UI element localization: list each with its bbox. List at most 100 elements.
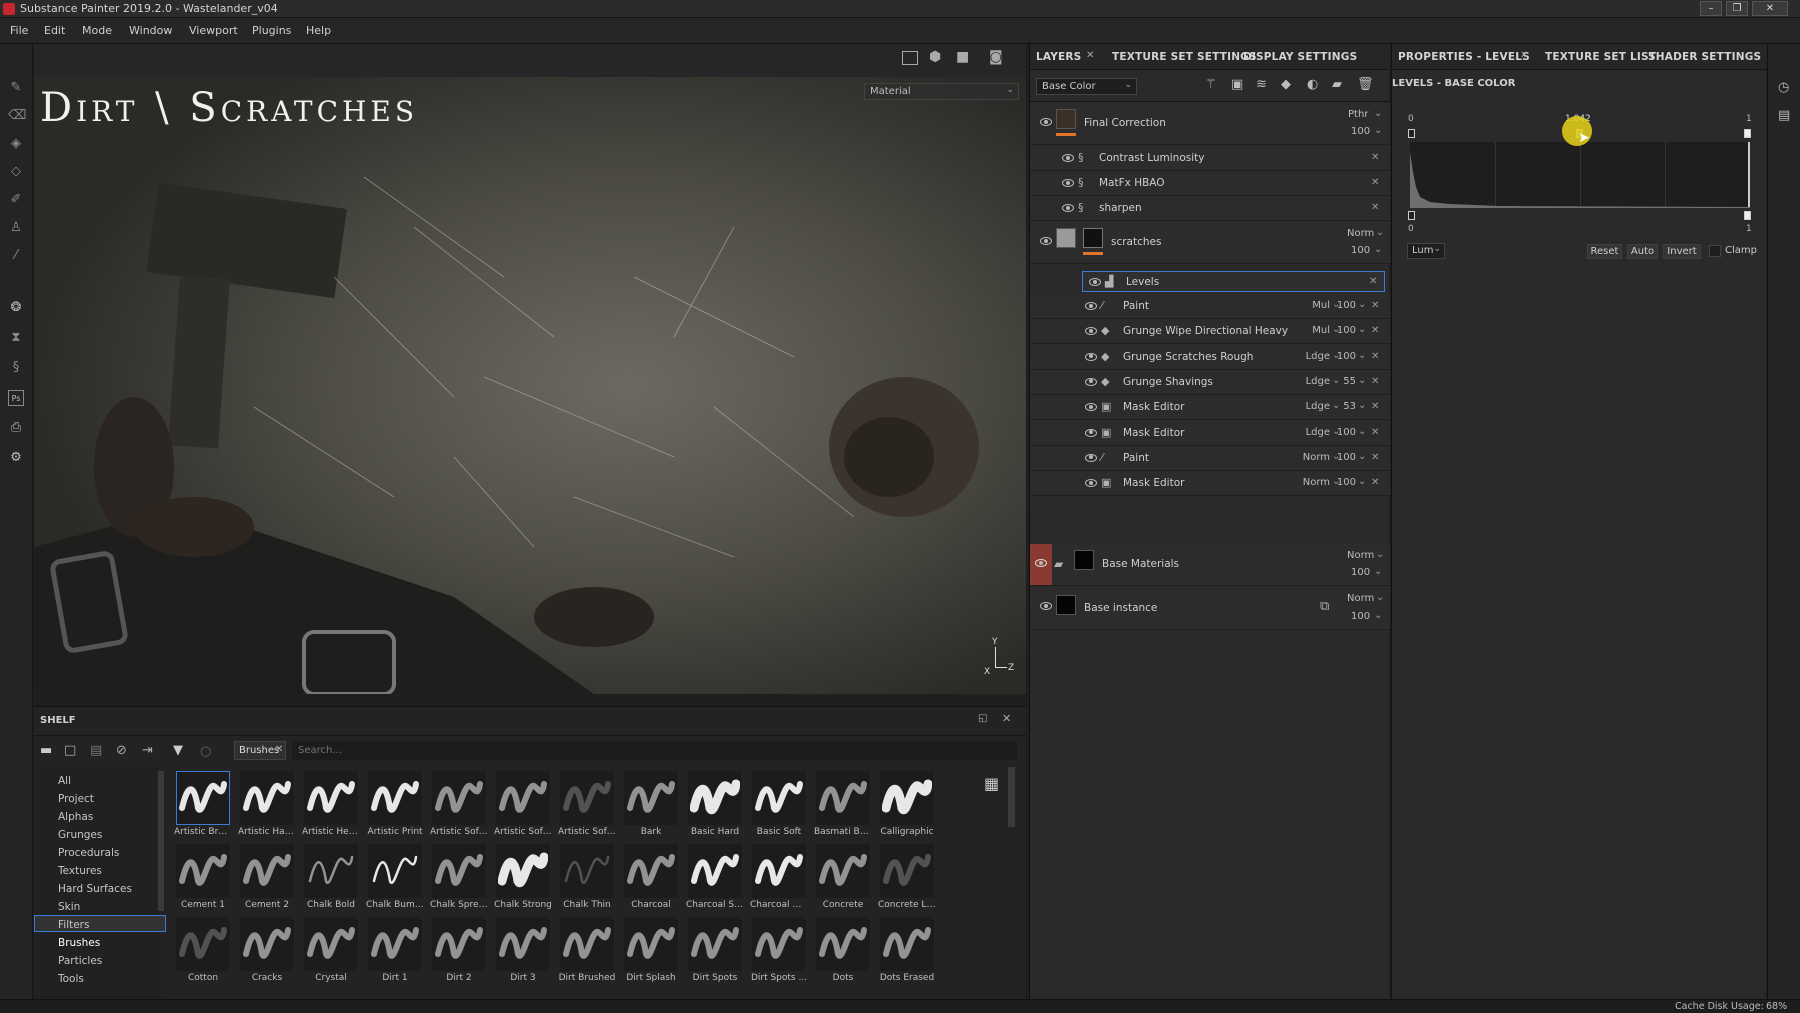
cube-view-icon[interactable]: ⬢ <box>929 49 941 65</box>
category-all[interactable]: All <box>58 775 71 787</box>
layer-scratches[interactable]: scratches Norm ⌄ 100 ⌄ <box>1030 222 1390 264</box>
tab-properties-levels[interactable]: PROPERTIES - LEVELS <box>1398 51 1530 63</box>
remove-effect-icon[interactable]: ✕ <box>1371 351 1379 362</box>
brush-preset[interactable]: Dots <box>814 915 872 987</box>
add-effect-icon[interactable]: ◐ <box>1307 77 1318 92</box>
visibility-eye-icon[interactable] <box>1040 118 1052 126</box>
input-white-handle[interactable] <box>1744 129 1751 138</box>
eraser-icon[interactable]: ⌫ <box>8 108 26 124</box>
brush-preset[interactable]: Artistic Hair... <box>238 769 296 841</box>
menu-help[interactable]: Help <box>306 24 331 37</box>
mask-effect-row[interactable]: ⁄ Paint Norm ⌄ 100 ⌄ ✕ <box>1030 445 1390 471</box>
add-fill-layer-icon[interactable]: ◆ <box>1281 77 1291 92</box>
tab-display-settings[interactable]: DISPLAY SETTINGS <box>1243 51 1357 63</box>
opacity-value[interactable]: 100 <box>1351 567 1370 578</box>
close-tab-icon[interactable]: ✕ <box>1520 50 1528 61</box>
visibility-eye-icon[interactable] <box>1085 302 1097 310</box>
viewport[interactable]: ⬢ ■ ◙ Dirt \ Scratches Material ⌄ Y X Z <box>34 44 1026 694</box>
close-tab-icon[interactable]: ✕ <box>1086 50 1094 61</box>
opacity-value[interactable]: 100 <box>1351 126 1370 137</box>
brush-preset[interactable]: Dirt 1 <box>366 915 424 987</box>
close-panel-icon[interactable]: ✕ <box>1002 712 1011 725</box>
category-hard-surfaces[interactable]: Hard Surfaces <box>58 883 132 895</box>
category-project[interactable]: Project <box>58 793 94 805</box>
filter-icon[interactable]: ▼ <box>173 743 183 758</box>
clamp-checkbox[interactable] <box>1709 245 1721 257</box>
hourglass-icon[interactable]: ⧗ <box>8 330 24 346</box>
delete-layer-icon[interactable]: 🗑 <box>1357 77 1374 92</box>
category-filters[interactable]: Filters <box>58 919 89 931</box>
brush-preset[interactable]: Basic Hard <box>686 769 744 841</box>
opacity-value[interactable]: 100 <box>1336 300 1356 311</box>
visibility-eye-icon[interactable] <box>1062 179 1074 187</box>
log-document-icon[interactable]: ▤ <box>1778 108 1790 123</box>
settings-gear-icon[interactable]: ⚙ <box>8 450 24 466</box>
blend-mode[interactable]: Mul <box>1300 325 1330 336</box>
brush-preset[interactable]: Concrete <box>814 842 872 914</box>
visibility-eye-icon[interactable] <box>1035 559 1047 567</box>
smudge-icon[interactable]: ✐ <box>8 192 24 208</box>
import-icon[interactable]: ▤ <box>90 743 102 758</box>
visibility-eye-icon[interactable] <box>1085 327 1097 336</box>
export-shelf-icon[interactable]: ⇥ <box>142 743 153 758</box>
brush-preset[interactable]: Concrete Li... <box>878 842 936 914</box>
tab-shader-settings[interactable]: SHADER SETTINGS <box>1648 51 1761 63</box>
effect-contrast-luminosity[interactable]: § Contrast Luminosity ✕ <box>1030 146 1390 171</box>
brush-preset[interactable]: Dirt 3 <box>494 915 552 987</box>
close-window-button[interactable]: ✕ <box>1752 1 1788 16</box>
blend-mode[interactable]: Mul <box>1300 300 1330 311</box>
levels-mode-dropdown[interactable]: Lum ⌄ <box>1407 243 1445 259</box>
layer-base-instance[interactable]: Base instance ⧉ Norm ⌄ 100 ⌄ <box>1030 587 1390 630</box>
visibility-eye-icon[interactable] <box>1085 377 1097 386</box>
effect-sharpen[interactable]: § sharpen ✕ <box>1030 196 1390 221</box>
category-particles[interactable]: Particles <box>58 955 102 967</box>
clone-stamp-icon[interactable]: ♙ <box>8 220 24 236</box>
opacity-value[interactable]: 55 <box>1336 376 1356 387</box>
shelf-search-input[interactable] <box>292 741 1017 760</box>
menu-window[interactable]: Window <box>129 24 172 37</box>
add-layer-icon[interactable]: ≋ <box>1256 77 1267 92</box>
visibility-eye-icon[interactable] <box>1085 352 1097 361</box>
input-black-handle[interactable] <box>1408 129 1415 138</box>
category-alphas[interactable]: Alphas <box>58 811 93 823</box>
frame-icon[interactable] <box>902 51 918 65</box>
remove-effect-icon[interactable]: ✕ <box>1371 202 1379 213</box>
brush-preset[interactable]: Basmati Bru... <box>814 769 872 841</box>
opacity-value[interactable]: 100 <box>1336 325 1356 336</box>
brush-preset[interactable]: Chalk Bumpy <box>366 842 424 914</box>
screenshot-camera-icon[interactable]: ◙ <box>989 49 1003 65</box>
blend-mode[interactable]: Norm <box>1300 477 1330 488</box>
color-picker-icon[interactable]: ⁄ <box>8 248 24 264</box>
brush-preset[interactable]: Crystal <box>302 915 360 987</box>
substance-icon[interactable]: § <box>8 360 24 376</box>
remove-effect-icon[interactable]: ✕ <box>1371 325 1379 336</box>
opacity-value[interactable]: 100 <box>1336 452 1356 463</box>
opacity-value[interactable]: 100 <box>1336 427 1356 438</box>
brush-preset[interactable]: Chalk Bold <box>302 842 360 914</box>
opacity-value[interactable]: 100 <box>1351 245 1370 256</box>
remove-effect-icon[interactable]: ✕ <box>1371 300 1379 311</box>
brush-preset[interactable]: Cement 2 <box>238 842 296 914</box>
remove-effect-icon[interactable]: ✕ <box>1369 276 1377 287</box>
brush-preset[interactable]: Cracks <box>238 915 296 987</box>
add-folder-icon[interactable]: ▰ <box>1332 77 1342 92</box>
visibility-eye-icon[interactable] <box>1040 237 1052 245</box>
opacity-value[interactable]: 100 <box>1351 611 1370 622</box>
blend-mode[interactable]: Norm <box>1347 593 1374 604</box>
new-item-icon[interactable]: □ <box>64 743 76 758</box>
brush-preset[interactable]: Basic Soft <box>750 769 808 841</box>
blend-mode[interactable]: Ldge <box>1300 351 1330 362</box>
blend-mode[interactable]: Pthr <box>1348 109 1368 120</box>
mask-effect-row[interactable]: ◆ Grunge Wipe Directional Heavy Mul ⌄ 100 ⌄ ✕ <box>1030 319 1390 345</box>
menu-file[interactable]: File <box>10 24 28 37</box>
brush-preset[interactable]: Artistic Hea... <box>302 769 360 841</box>
blend-mode[interactable]: Norm <box>1347 228 1374 239</box>
brush-preset[interactable]: Cotton <box>174 915 232 987</box>
visibility-eye-icon[interactable] <box>1085 428 1097 437</box>
menu-viewport[interactable]: Viewport <box>189 24 238 37</box>
brush-preset[interactable]: Cement 1 <box>174 842 232 914</box>
category-tools[interactable]: Tools <box>58 973 84 985</box>
visibility-eye-icon[interactable] <box>1085 403 1097 412</box>
brush-preset[interactable]: Artistic Soft ... <box>558 769 616 841</box>
channel-dropdown[interactable]: Base Color ⌄ <box>1036 78 1137 95</box>
